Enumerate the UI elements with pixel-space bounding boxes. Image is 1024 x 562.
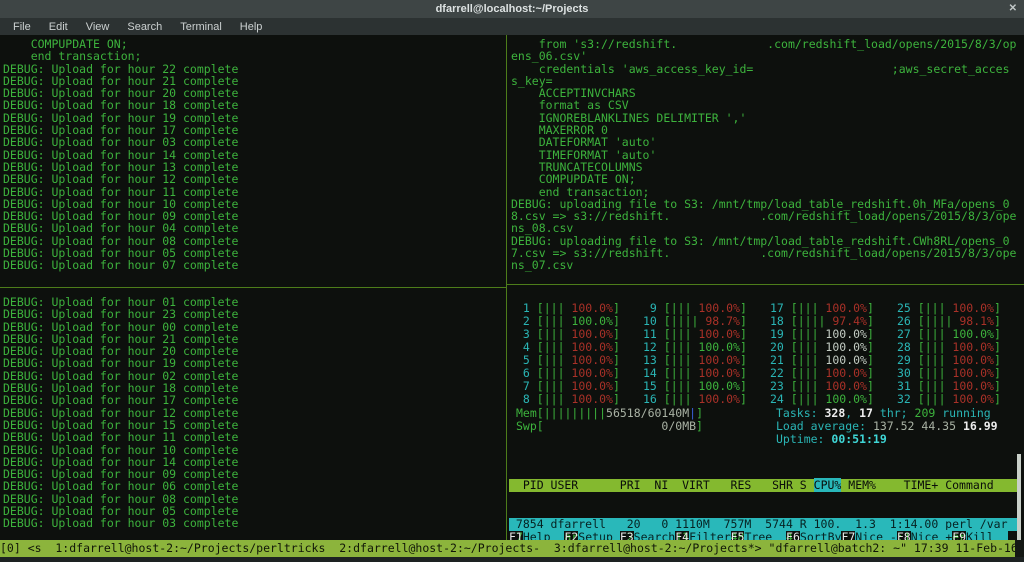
log-line: end transaction; — [3, 50, 503, 62]
text-segment: Swp — [516, 419, 537, 433]
cpu-meter-16: 16 [||| 100.0%] — [643, 393, 770, 406]
menu-search[interactable]: Search — [118, 21, 171, 33]
log-line: DEBUG: Upload for hour 11 complete — [3, 431, 503, 443]
log-line: 8.csv => s3://redshift. .com/redshift_lo… — [511, 210, 1021, 222]
text-segment: Mem — [516, 406, 537, 420]
menu-view[interactable]: View — [77, 21, 119, 33]
log-line: from 's3://redshift. .com/redshift_load/… — [511, 38, 1021, 50]
log-line: ens_06.csv' — [511, 50, 1021, 62]
screen-status-bar: [0] <s 1:dfarrell@host-2:~/Projects/perl… — [0, 540, 1024, 557]
menu-file[interactable]: File — [4, 21, 40, 33]
header-columns-left: PID USER PRI NI VIRT RES SHR S — [509, 478, 814, 492]
log-line: DEBUG: Upload for hour 06 complete — [3, 480, 503, 492]
text-segment: , — [845, 406, 859, 420]
header-columns-right: MEM% TIME+ Command — [841, 478, 993, 492]
htop-swap-bar: Swp[ 0/0MB] — [516, 420, 703, 433]
log-line: 7.csv => s3://redshift. .com/redshift_lo… — [511, 247, 1021, 259]
window-title: dfarrell@localhost:~/Projects — [436, 3, 589, 15]
pane-upload-log-bottom[interactable]: DEBUG: Upload for hour 01 completeDEBUG:… — [3, 296, 503, 530]
text-segment: Uptime: — [776, 432, 831, 446]
pane-redshift-sql[interactable]: from 's3://redshift. .com/redshift_load/… — [511, 38, 1021, 272]
text-segment: [ — [537, 419, 544, 433]
pane-divider-vertical — [506, 35, 507, 540]
pane-upload-log-top[interactable]: COMPUPDATE ON; end transaction;DEBUG: Up… — [3, 38, 503, 272]
close-icon[interactable]: ✕ — [1009, 2, 1017, 16]
text-segment: ] — [696, 406, 703, 420]
log-line: credentials 'aws_access_key_id= ;aws_sec… — [511, 63, 1021, 75]
header-sort-column-cpu[interactable]: CPU% — [814, 478, 842, 492]
text-segment: 56518/60140M — [606, 406, 689, 420]
terminal-window: dfarrell@localhost:~/Projects ✕ FileEdit… — [0, 0, 1024, 562]
log-line: DEBUG: Upload for hour 11 complete — [3, 186, 503, 198]
log-line: DEBUG: Upload for hour 12 complete — [3, 173, 503, 185]
log-line: DATEFORMAT 'auto' — [511, 136, 1021, 148]
pane-divider-horizontal-right — [507, 284, 1024, 285]
log-line: DEBUG: Upload for hour 10 complete — [3, 444, 503, 456]
log-line: DEBUG: Upload for hour 03 complete — [3, 136, 503, 148]
log-line: DEBUG: Upload for hour 17 complete — [3, 394, 503, 406]
process-table-header[interactable]: PID USER PRI NI VIRT RES SHR S CPU% MEM%… — [509, 479, 1017, 492]
log-line: end transaction; — [511, 186, 1021, 198]
log-line: ns_07.csv — [511, 259, 1021, 271]
text-segment — [544, 419, 662, 433]
text-segment: 00:51:19 — [831, 432, 886, 446]
log-line: DEBUG: Upload for hour 18 complete — [3, 99, 503, 111]
text-segment: running — [935, 406, 990, 420]
text-segment: 0/0MB — [661, 419, 696, 433]
menu-bar: FileEditViewSearchTerminalHelp — [0, 18, 1024, 35]
pane-divider-horizontal-left — [0, 287, 506, 288]
log-line: format as CSV — [511, 99, 1021, 111]
htop-cpu-meters: 1 [||| 100.0%] 9 [||| 100.0%]17 [||| 100… — [516, 302, 1024, 406]
text-segment: 44.35 — [921, 419, 963, 433]
window-titlebar: dfarrell@localhost:~/Projects ✕ — [0, 0, 1024, 18]
menu-edit[interactable]: Edit — [40, 21, 77, 33]
cpu-meter-8: 8 [||| 100.0%] — [516, 393, 643, 406]
log-line: DEBUG: Upload for hour 07 complete — [3, 259, 503, 271]
text-segment: 328 — [824, 406, 845, 420]
text-segment: Load average: — [776, 419, 873, 433]
text-segment: [ — [537, 406, 544, 420]
htop-uptime: Uptime: 00:51:19 — [776, 433, 887, 446]
text-segment: Tasks: — [776, 406, 824, 420]
log-line: ns_08.csv — [511, 222, 1021, 234]
cpu-meter-32: 32 [||| 100.0%] — [897, 393, 1024, 406]
scrollbar-thumb[interactable] — [1017, 454, 1021, 544]
window-bottom-edge — [0, 557, 1024, 562]
status-bar-end-cap — [1015, 540, 1024, 557]
log-line: DEBUG: Upload for hour 03 complete — [3, 517, 503, 529]
log-line: DEBUG: Upload for hour 04 complete — [3, 222, 503, 234]
text-segment: ||||||||| — [544, 406, 606, 420]
text-segment: 137.52 — [873, 419, 921, 433]
log-line: COMPUPDATE ON; — [511, 173, 1021, 185]
log-line: DEBUG: Upload for hour 19 complete — [3, 357, 503, 369]
screen-window-list: [0] <s 1:dfarrell@host-2:~/Projects/perl… — [0, 541, 1018, 555]
text-segment: 209 — [915, 406, 936, 420]
cpu-meter-24: 24 [||| 100.0%] — [770, 393, 897, 406]
text-segment: ] — [696, 419, 703, 433]
menu-terminal[interactable]: Terminal — [171, 21, 231, 33]
text-segment: 16.99 — [963, 419, 998, 433]
text-segment: 17 — [859, 406, 873, 420]
text-segment: thr; — [873, 406, 915, 420]
log-line: DEBUG: Upload for hour 23 complete — [3, 308, 503, 320]
menu-help[interactable]: Help — [231, 21, 272, 33]
